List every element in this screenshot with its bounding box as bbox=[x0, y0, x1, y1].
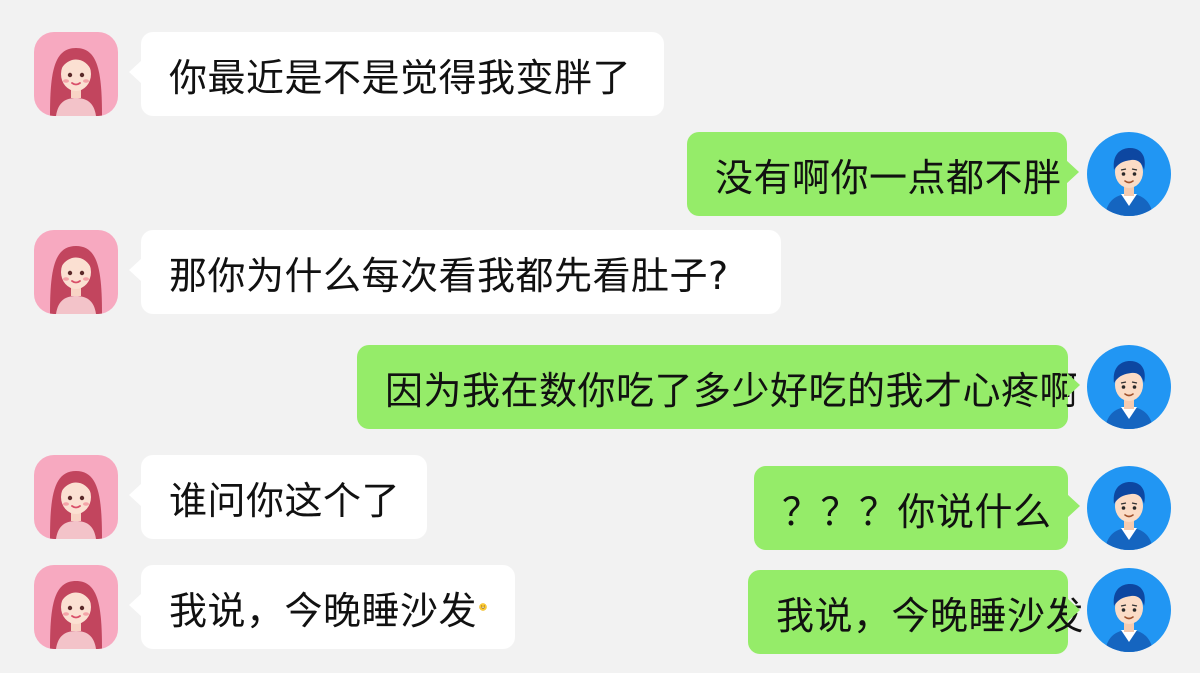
grinning-face-emoji-icon bbox=[479, 603, 487, 611]
message-text: 因为我在数你吃了多少好吃的我才心疼啊 bbox=[385, 368, 1079, 413]
message-bubble-incoming: 我说，今晚睡沙发 bbox=[129, 565, 515, 649]
message-bubble-incoming: 那你为什么每次看我都先看肚子? bbox=[129, 230, 781, 314]
message-bubble-outgoing: ？？？你说什么 bbox=[754, 466, 1080, 550]
message-text: ？？？你说什么 bbox=[782, 489, 1052, 534]
man-avatar-icon[interactable] bbox=[1087, 132, 1171, 216]
message-text: 我说，今晚睡沙发 bbox=[169, 588, 478, 633]
man-avatar-icon[interactable] bbox=[1087, 568, 1171, 652]
message-bubble-incoming: 你最近是不是觉得我变胖了 bbox=[129, 32, 664, 116]
message-text: 我说，今晚睡沙发 bbox=[776, 593, 1085, 638]
message-text: 你最近是不是觉得我变胖了 bbox=[169, 55, 632, 100]
message-bubble-outgoing: 因为我在数你吃了多少好吃的我才心疼啊 bbox=[357, 345, 1080, 429]
message-bubble-outgoing: 没有啊你一点都不胖 bbox=[687, 132, 1079, 216]
woman-avatar-icon[interactable] bbox=[34, 230, 118, 314]
woman-avatar-icon[interactable] bbox=[34, 565, 118, 649]
message-text: 没有啊你一点都不胖 bbox=[715, 155, 1062, 200]
message-text: 那你为什么每次看我都先看肚子? bbox=[169, 253, 729, 298]
woman-avatar-icon[interactable] bbox=[34, 455, 118, 539]
message-text: 谁问你这个了 bbox=[169, 478, 401, 523]
man-avatar-icon[interactable] bbox=[1087, 466, 1171, 550]
message-bubble-incoming: 谁问你这个了 bbox=[129, 455, 427, 539]
woman-avatar-icon[interactable] bbox=[34, 32, 118, 116]
man-avatar-icon[interactable] bbox=[1087, 345, 1171, 429]
message-bubble-outgoing: 我说，今晚睡沙发 bbox=[748, 570, 1084, 654]
